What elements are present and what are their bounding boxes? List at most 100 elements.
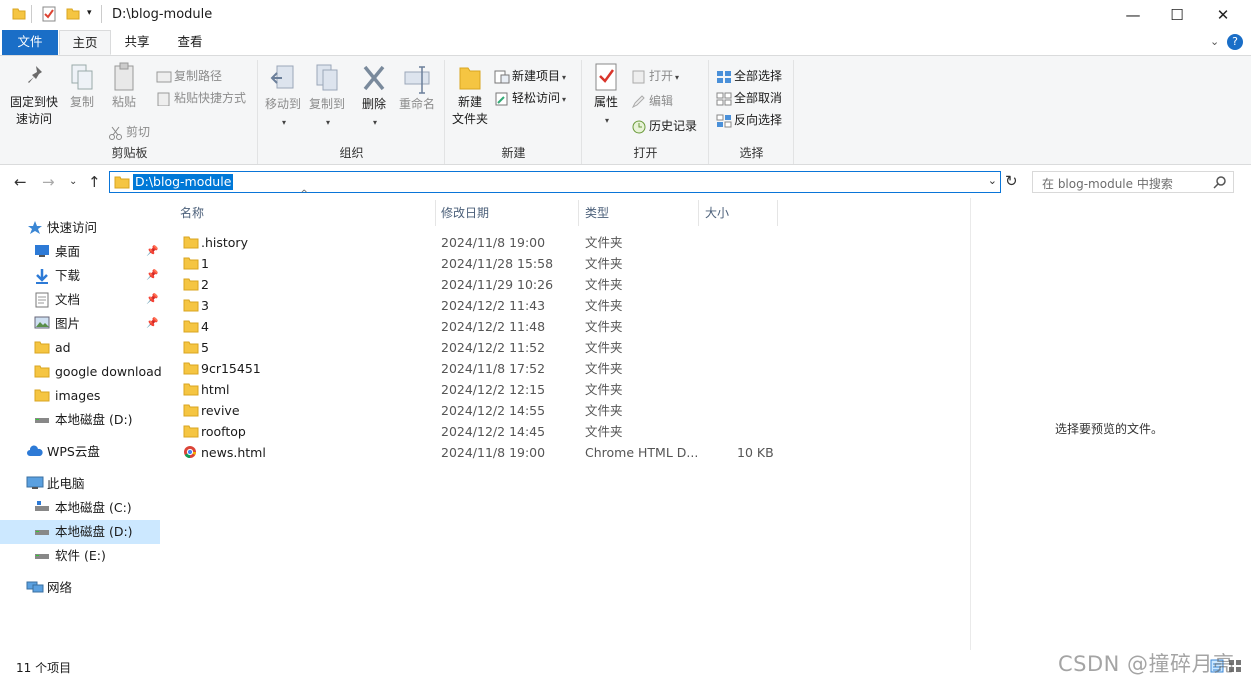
copy-to-button[interactable]: 复制到 ▾ (305, 62, 349, 131)
table-row[interactable]: 2 2024/11/29 10:26 文件夹 (170, 274, 790, 295)
tab-home[interactable]: 主页 (59, 30, 111, 55)
select-all-button[interactable]: 全部选择 (716, 66, 782, 86)
table-row[interactable]: 5 2024/12/2 11:52 文件夹 (170, 337, 790, 358)
table-row[interactable]: html 2024/12/2 12:15 文件夹 (170, 379, 790, 400)
invert-selection-button[interactable]: 反向选择 (716, 110, 782, 130)
sidebar-item-drive-e[interactable]: 软件 (E:) (0, 544, 160, 568)
sidebar-item-drive-c[interactable]: 本地磁盘 (C:) (0, 496, 160, 520)
drive-icon (35, 530, 49, 535)
copy-icon (71, 64, 93, 90)
rename-icon (404, 66, 430, 94)
explorer-window: ▾ D:\blog-module — ☐ ✕ 文件 主页 共享 查看 ⌄ ? 固… (0, 0, 1251, 685)
sidebar-item-quick-access[interactable]: 快速访问 (0, 216, 160, 240)
move-to-label: 移动到 (264, 97, 301, 111)
new-item-button[interactable]: 新建项目 ▾ (494, 66, 566, 86)
delete-button[interactable]: 删除 ▾ (355, 62, 393, 131)
file-date: 2024/12/2 12:15 (441, 382, 546, 397)
properties-button[interactable]: 属性 ▾ (587, 62, 625, 129)
sidebar-item-ad[interactable]: ad (0, 336, 160, 360)
file-date: 2024/11/8 17:52 (441, 361, 546, 376)
sidebar-item-google-download[interactable]: google download (0, 360, 162, 384)
sidebar-item-downloads[interactable]: 下载 📌 (0, 264, 160, 288)
sidebar-item-pictures[interactable]: 图片 📌 (0, 312, 160, 336)
cloud-icon (27, 445, 43, 456)
file-date: 2024/12/2 14:45 (441, 424, 546, 439)
table-row[interactable]: news.html 2024/11/8 19:00 Chrome HTML D...… (170, 442, 790, 463)
copy-button[interactable]: 复制 (62, 62, 102, 111)
properties-quick-icon[interactable] (42, 6, 56, 25)
preview-pane: 选择要预览的文件。 (970, 198, 1235, 650)
address-bar[interactable]: D:\blog-module ⌄ (109, 171, 1001, 193)
file-size: 10 KB (737, 445, 774, 460)
pin-icon: 📌 (146, 270, 159, 281)
sidebar-item-documents[interactable]: 文档 📌 (0, 288, 160, 312)
close-button[interactable]: ✕ (1200, 2, 1246, 28)
sidebar-item-this-pc[interactable]: 此电脑 (0, 472, 160, 496)
sidebar-item-wps-cloud[interactable]: WPS云盘 (0, 440, 160, 464)
tab-file[interactable]: 文件 (2, 30, 58, 55)
refresh-icon[interactable]: ↻ (1005, 172, 1018, 190)
table-row[interactable]: 1 2024/11/28 15:58 文件夹 (170, 253, 790, 274)
address-path[interactable]: D:\blog-module (133, 174, 234, 190)
sidebar-item-network[interactable]: 网络 (0, 576, 160, 600)
organize-group-label: 组织 (339, 146, 364, 160)
help-icon[interactable]: ? (1227, 34, 1243, 50)
new-folder-quick-icon[interactable] (66, 6, 80, 23)
sidebar-item-drive-d-quick[interactable]: 本地磁盘 (D:) (0, 408, 160, 432)
recent-locations-chevron-icon[interactable]: ⌄ (69, 176, 77, 187)
back-arrow-icon[interactable]: ← (14, 173, 27, 191)
search-icon[interactable] (1213, 175, 1227, 189)
chevron-down-icon[interactable]: ⌄ (988, 174, 997, 187)
chevron-down-icon[interactable]: ⌄ (1210, 35, 1219, 48)
open-icon (632, 70, 645, 84)
forward-arrow-icon[interactable]: → (42, 173, 55, 191)
history-button[interactable]: 历史记录 (631, 116, 697, 136)
up-arrow-icon[interactable]: ↑ (88, 173, 101, 191)
open-button[interactable]: 打开 ▾ (631, 66, 679, 86)
table-row[interactable]: 3 2024/12/2 11:43 文件夹 (170, 295, 790, 316)
table-row[interactable]: rooftop 2024/12/2 14:45 文件夹 (170, 421, 790, 442)
table-row[interactable]: .history 2024/11/8 19:00 文件夹 (170, 232, 790, 253)
table-row[interactable]: revive 2024/12/2 14:55 文件夹 (170, 400, 790, 421)
table-row[interactable]: 4 2024/12/2 11:48 文件夹 (170, 316, 790, 337)
sidebar-item-desktop[interactable]: 桌面 📌 (0, 240, 160, 264)
desktop-icon (35, 245, 49, 257)
sidebar-label: 图片 (55, 316, 81, 331)
edit-button[interactable]: 编辑 (631, 91, 673, 111)
pin-quick-access-button[interactable]: 固定到快 速访问 (8, 62, 60, 128)
column-header-name[interactable]: 名称 (180, 198, 435, 228)
minimize-button[interactable]: — (1110, 2, 1156, 28)
folder-icon (34, 341, 50, 354)
folder-icon (183, 425, 199, 438)
column-header-size[interactable]: 大小 (705, 198, 777, 228)
select-none-button[interactable]: 全部取消 (716, 88, 782, 108)
search-box[interactable]: 在 blog-module 中搜索 (1032, 171, 1234, 193)
table-row[interactable]: 9cr15451 2024/11/8 17:52 文件夹 (170, 358, 790, 379)
maximize-button[interactable]: ☐ (1154, 2, 1200, 28)
window-title: D:\blog-module (112, 7, 213, 22)
title-bar: ▾ D:\blog-module — ☐ ✕ (0, 0, 1251, 30)
rename-button[interactable]: 重命名 (395, 62, 439, 113)
new-folder-button[interactable]: 新建 文件夹 (448, 62, 492, 128)
cut-button[interactable]: 剪切 (108, 122, 150, 142)
clipboard-group: 固定到快 速访问 复制 粘贴 复制路径 粘贴快捷方式 剪切 剪贴板 (2, 60, 258, 164)
copy-path-button[interactable]: 复制路径 (156, 66, 222, 86)
move-to-button[interactable]: 移动到 ▾ (261, 62, 305, 131)
drive-icon (35, 554, 49, 559)
properties-label: 属性 (593, 95, 618, 109)
sidebar-item-images[interactable]: images (0, 384, 160, 408)
easy-access-button[interactable]: 轻松访问 ▾ (494, 88, 566, 108)
column-header-type[interactable]: 类型 (585, 198, 698, 228)
tab-view[interactable]: 查看 (163, 30, 217, 55)
sidebar-item-drive-d[interactable]: 本地磁盘 (D:) (0, 520, 160, 544)
paste-shortcut-button[interactable]: 粘贴快捷方式 (156, 88, 246, 108)
column-header-date[interactable]: 修改日期 (441, 198, 579, 228)
customize-quick-access-icon[interactable]: ▾ (87, 8, 92, 18)
pin-icon (28, 66, 42, 83)
tab-share[interactable]: 共享 (112, 30, 162, 55)
file-name: 3 (201, 298, 209, 313)
paste-button[interactable]: 粘贴 (104, 62, 144, 111)
sidebar-label: WPS云盘 (47, 444, 100, 459)
file-name: html (201, 382, 230, 397)
ribbon-tabs: 文件 主页 共享 查看 ⌄ ? (0, 30, 1251, 55)
